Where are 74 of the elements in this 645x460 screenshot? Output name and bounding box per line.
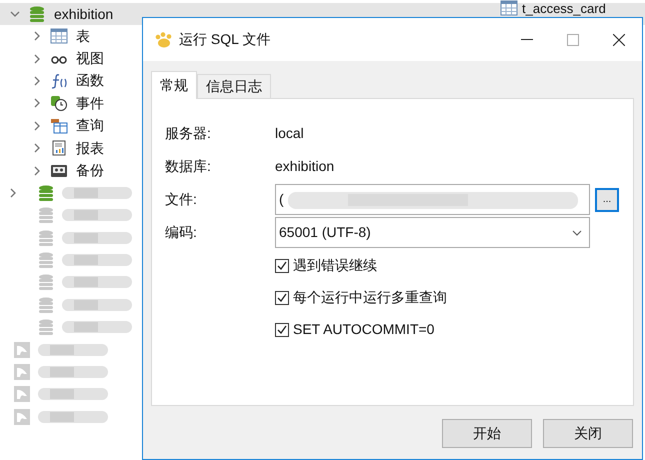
cassette-icon — [50, 162, 68, 179]
connection-icon — [14, 408, 30, 425]
file-field[interactable]: ( — [275, 184, 590, 215]
checkbox-icon[interactable] — [275, 322, 289, 336]
maximize-icon — [567, 34, 579, 46]
blurred-label-drawing — [62, 208, 132, 222]
tree-item[interactable]: 报表 — [76, 138, 104, 159]
clock-icon — [50, 95, 68, 112]
encoding-select[interactable]: 65001 (UTF-8) — [275, 217, 590, 248]
chevron-icon[interactable] — [32, 120, 42, 131]
function-icon — [50, 72, 68, 89]
dialog-button[interactable]: 关闭 — [543, 419, 633, 448]
blurred-label-drawing — [62, 230, 132, 245]
blurred-label-drawing — [38, 410, 108, 424]
database-icon — [38, 274, 54, 290]
field-value: ( — [279, 190, 284, 209]
field-label: 文件: — [165, 190, 198, 209]
window-title: 运行 SQL 文件 — [179, 30, 270, 49]
blurred-label-drawing — [38, 342, 108, 357]
table-name: t_access_card — [522, 0, 606, 16]
select-value: 65001 (UTF-8) — [279, 223, 371, 242]
paw-icon — [155, 32, 173, 48]
chevron-icon[interactable] — [32, 98, 42, 108]
chevron-icon[interactable] — [8, 188, 18, 198]
checkbox-icon[interactable] — [275, 258, 289, 272]
query-table-icon — [50, 118, 68, 134]
option-checkbox[interactable]: 每个运行中运行多重查询 — [275, 287, 633, 308]
blurred-label-drawing — [38, 365, 108, 380]
chevron-down-icon — [572, 230, 582, 236]
chevron-icon[interactable] — [32, 54, 42, 64]
blurred-label-drawing — [62, 275, 132, 290]
blurred-label-drawing — [38, 387, 108, 402]
close-icon — [613, 34, 625, 46]
field-label: 服务器: — [165, 124, 212, 143]
database-icon — [29, 6, 45, 22]
blurred-label-drawing — [62, 320, 132, 334]
option-checkbox[interactable]: SET AUTOCOMMIT=0 — [275, 319, 633, 340]
grid-icon — [50, 28, 68, 44]
connection-icon — [14, 342, 30, 358]
database-icon — [38, 184, 54, 201]
database-icon — [38, 319, 54, 336]
tree-item[interactable]: 视图 — [76, 48, 104, 70]
field-value: exhibition — [275, 157, 334, 176]
database-icon — [38, 207, 54, 224]
blurred-label-drawing — [62, 253, 132, 268]
blurred-label-drawing — [62, 186, 132, 200]
chevron-icon[interactable] — [32, 31, 42, 42]
connection-icon — [14, 386, 30, 402]
field-value: local — [275, 124, 304, 143]
blurred-label-drawing — [62, 298, 132, 312]
field-label: 数据库: — [165, 157, 212, 176]
tree-item[interactable]: 备份 — [76, 160, 104, 182]
database-icon — [38, 296, 54, 313]
chevron-icon[interactable] — [32, 143, 42, 154]
connection-icon — [14, 364, 30, 380]
option-checkbox[interactable]: 遇到错误继续 — [275, 255, 633, 276]
tree-item[interactable]: 函数 — [76, 70, 104, 92]
database-name: exhibition — [54, 4, 114, 24]
minimize-icon — [521, 38, 533, 40]
chevron-icon[interactable] — [32, 76, 42, 86]
report-icon — [50, 140, 68, 156]
chevron-icon[interactable] — [32, 166, 42, 176]
database-icon — [38, 230, 54, 246]
tree-item[interactable]: 查询 — [76, 115, 104, 136]
chevron-icon[interactable] — [10, 9, 20, 19]
checkbox-icon[interactable] — [275, 290, 289, 304]
database-icon — [38, 252, 54, 268]
field-label: 编码: — [165, 223, 198, 242]
tab[interactable]: 信息日志 — [197, 74, 271, 98]
tree-item[interactable]: 表 — [76, 26, 90, 47]
tree-item[interactable]: 事件 — [76, 92, 104, 114]
browse-button[interactable]: ... — [595, 188, 619, 212]
tab[interactable]: 常规 — [151, 71, 197, 99]
dialog-button[interactable]: 开始 — [442, 419, 532, 448]
